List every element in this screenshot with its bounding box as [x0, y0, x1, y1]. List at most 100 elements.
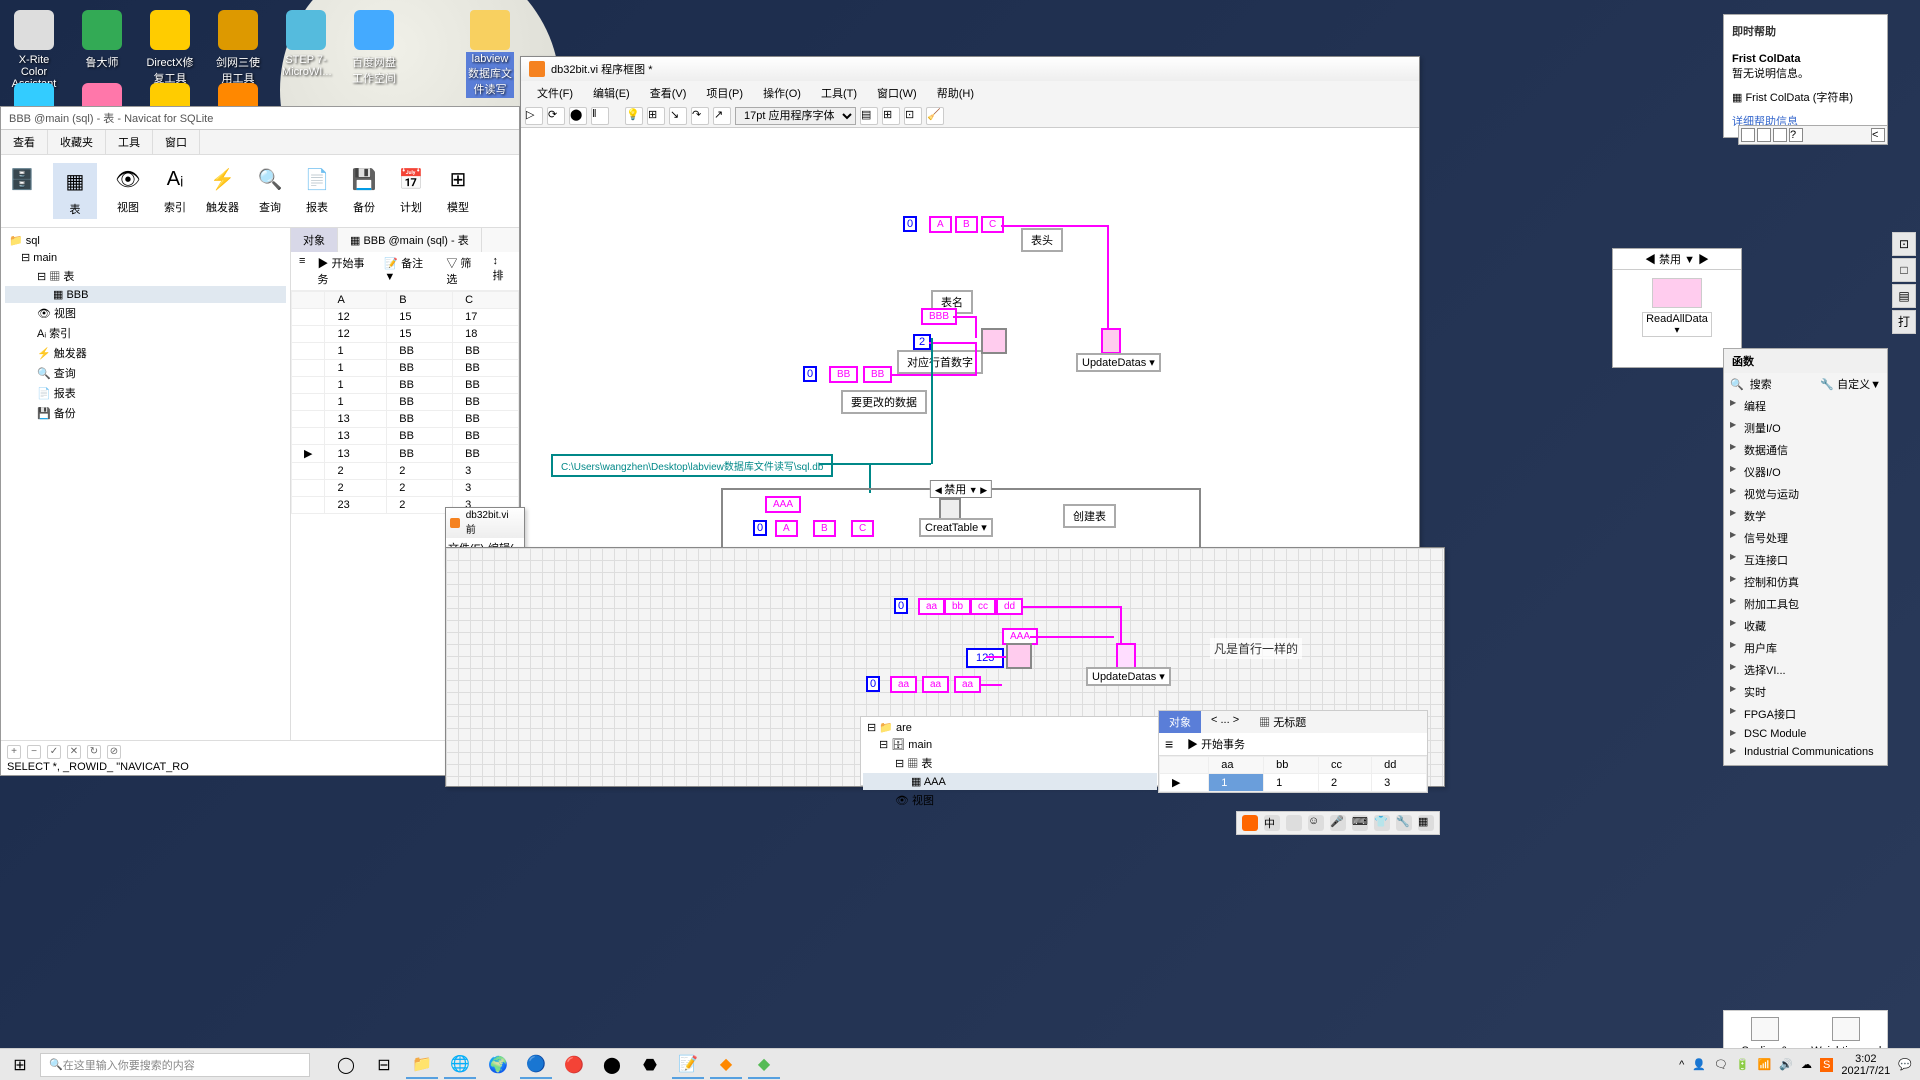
run-cont-btn[interactable]: ⟳	[547, 107, 565, 125]
dropdown[interactable]: UpdateDatas ▾	[1086, 667, 1171, 686]
run-btn[interactable]: ▷	[525, 107, 543, 125]
tree-item[interactable]: ⊟ ▦ 表	[863, 753, 1157, 773]
array-el[interactable]: cc	[970, 598, 996, 615]
tray-up-icon[interactable]: ^	[1679, 1059, 1684, 1071]
custom-btn[interactable]: 🔧 自定义▼	[1820, 376, 1881, 392]
chrome-icon[interactable]: 🌐	[444, 1051, 476, 1079]
filter-btn[interactable]: ▽ 筛选	[446, 255, 480, 287]
table-row[interactable]: 1BBBB	[292, 360, 519, 377]
terminal[interactable]	[1101, 328, 1121, 354]
ime-emoji-icon[interactable]: ☺	[1308, 815, 1324, 831]
refresh-btn[interactable]: ↻	[87, 745, 101, 759]
side-icon[interactable]: 打	[1892, 310, 1916, 334]
app-icon[interactable]: 🔵	[520, 1051, 552, 1079]
db-node[interactable]: 📁 sql	[5, 232, 286, 249]
obj-tab[interactable]: 对象	[1159, 711, 1201, 733]
array-el[interactable]: A	[775, 520, 798, 537]
palette-category[interactable]: 选择VI...	[1724, 659, 1887, 681]
ime-icon[interactable]: S	[1820, 1058, 1833, 1072]
sort-btn[interactable]: ↕ 排	[492, 255, 511, 287]
ime-lang-icon[interactable]: 中	[1264, 815, 1280, 831]
desktop-icon[interactable]: 鲁大师	[78, 10, 126, 90]
desktop-icon[interactable]: X-Rite Color Assistant	[10, 10, 58, 90]
step-in-btn[interactable]: ↘	[669, 107, 687, 125]
palette-category[interactable]: 互连接口	[1724, 549, 1887, 571]
side-icon[interactable]: □	[1892, 258, 1916, 282]
palette-item[interactable]	[1652, 278, 1702, 308]
menu-project[interactable]: 项目(P)	[698, 83, 751, 103]
ime-kbd-icon[interactable]: ⌨	[1352, 815, 1368, 831]
clock[interactable]: 3:022021/7/21	[1841, 1053, 1890, 1077]
array-el[interactable]: aa	[918, 598, 945, 615]
array-el[interactable]: B	[955, 216, 978, 233]
tb-report[interactable]: 📄报表	[301, 163, 333, 219]
table-row[interactable]: 1BBBB	[292, 343, 519, 360]
ctx-btn[interactable]	[1773, 128, 1787, 142]
search-btn[interactable]: 搜索	[1750, 376, 1772, 392]
tray-icon[interactable]: 🔋	[1736, 1058, 1750, 1071]
navicat-icon[interactable]: ◆	[748, 1051, 780, 1079]
highlight-btn[interactable]: 💡	[625, 107, 643, 125]
nav-tab[interactable]: < ... >	[1201, 711, 1249, 733]
array-index[interactable]: 0	[753, 520, 767, 536]
array-el[interactable]: aa	[890, 676, 917, 693]
start-tx[interactable]: ▶ 开始事务	[1187, 736, 1245, 752]
menu-icon[interactable]: ≡	[299, 255, 305, 287]
numeric[interactable]: 123	[966, 648, 1004, 668]
array-el[interactable]: B	[813, 520, 836, 537]
memo-btn[interactable]: 📝 备注 ▼	[384, 255, 434, 287]
labview-icon[interactable]: ◆	[710, 1051, 742, 1079]
tb-view[interactable]: 👁视图	[112, 163, 144, 219]
array-el[interactable]: aa	[922, 676, 949, 693]
apply-btn[interactable]: ✓	[47, 745, 61, 759]
palette-category[interactable]: Industrial Communications	[1724, 743, 1887, 761]
palette-category[interactable]: 用户库	[1724, 637, 1887, 659]
taskview-icon[interactable]: ◯	[330, 1051, 362, 1079]
desktop-icon[interactable]: 百度网盘工作空间	[350, 10, 398, 90]
palette-category[interactable]: 视觉与运动	[1724, 483, 1887, 505]
table-row[interactable]: 223	[292, 480, 519, 497]
desktop-icon[interactable]: STEP 7-MicroWI...	[282, 10, 330, 90]
stop-btn[interactable]: ⊘	[107, 745, 121, 759]
step-out-btn[interactable]: ↗	[713, 107, 731, 125]
ime-skin-icon[interactable]: 👕	[1374, 815, 1390, 831]
menu-edit[interactable]: 编辑(E)	[585, 83, 638, 103]
ctx-btn[interactable]: <	[1871, 128, 1885, 142]
palette-category[interactable]: 实时	[1724, 681, 1887, 703]
menu-window[interactable]: 窗口(W)	[869, 83, 925, 103]
table-row[interactable]: 121518	[292, 326, 519, 343]
ime-tool-icon[interactable]: 🔧	[1396, 815, 1412, 831]
trigger-node[interactable]: ⚡ 触发器	[5, 343, 286, 363]
table-row[interactable]: ▶13BBBB	[292, 445, 519, 463]
tb-model[interactable]: ⊞模型	[442, 163, 474, 219]
start-tx[interactable]: ▶ 开始事务	[317, 255, 372, 287]
table-row[interactable]: 13BBBB	[292, 411, 519, 428]
font-select[interactable]: 17pt 应用程序字体	[735, 107, 856, 125]
folder-selected[interactable]: labview数据库文件读写	[466, 10, 514, 98]
untitled-tab[interactable]: ▦ 无标题	[1249, 711, 1316, 733]
step-over-btn[interactable]: ↷	[691, 107, 709, 125]
array-index[interactable]: 0	[866, 676, 880, 692]
cleanup-btn[interactable]: 🧹	[926, 107, 944, 125]
add-row-btn[interactable]: +	[7, 745, 21, 759]
array-index[interactable]: 0	[903, 216, 917, 232]
pause-btn[interactable]: ‖	[591, 107, 609, 125]
query-node[interactable]: 🔍 查询	[5, 363, 286, 383]
tree-item[interactable]: ⊟ 📁 are	[863, 719, 1157, 736]
dropdown[interactable]: CreatTable ▾	[919, 518, 993, 537]
search-box[interactable]: 🔍 在这里输入你要搜索的内容	[40, 1053, 310, 1077]
menu-view[interactable]: 查看(V)	[642, 83, 695, 103]
dropdown[interactable]: UpdateDatas ▾	[1076, 353, 1161, 372]
cancel-btn[interactable]: ✕	[67, 745, 81, 759]
array-el[interactable]: BB	[829, 366, 858, 383]
build-array[interactable]	[1006, 643, 1032, 669]
align-btn[interactable]: ▤	[860, 107, 878, 125]
string-const[interactable]: AAA	[765, 496, 801, 513]
tree-item[interactable]: ⊟ 🗄 main	[863, 736, 1157, 753]
tb-trigger[interactable]: ⚡触发器	[206, 163, 239, 219]
reorder-btn[interactable]: ⊡	[904, 107, 922, 125]
abort-btn[interactable]: ⬤	[569, 107, 587, 125]
side-icon[interactable]: ▤	[1892, 284, 1916, 308]
index-node[interactable]: Aᵢ 索引	[5, 323, 286, 343]
desktop-icon[interactable]: 剑网三使用工具	[214, 10, 262, 90]
